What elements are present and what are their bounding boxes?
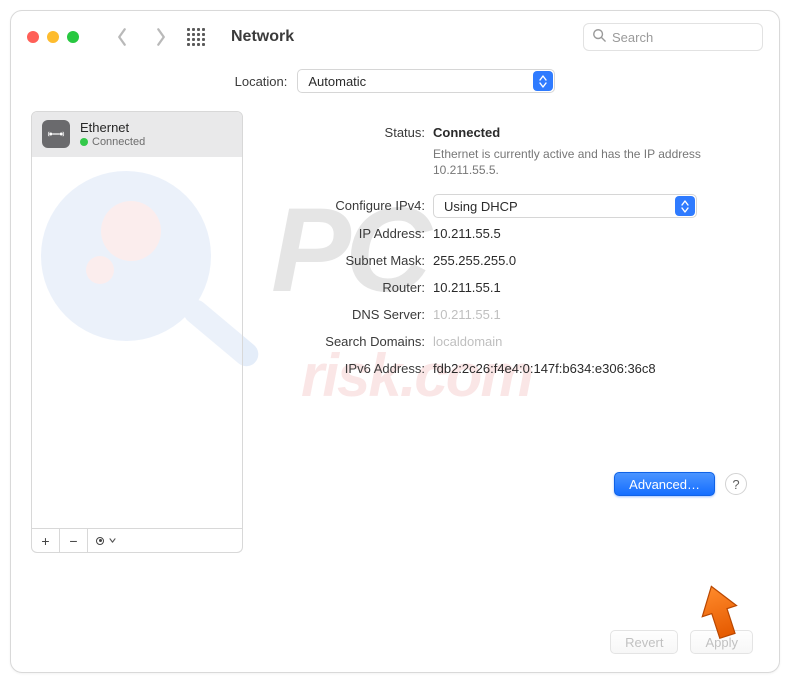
revert-button[interactable]: Revert xyxy=(610,630,678,654)
dns-server-value: 10.211.55.1 xyxy=(433,303,747,326)
status-value: Connected xyxy=(433,121,747,144)
help-button[interactable]: ? xyxy=(725,473,747,495)
search-icon xyxy=(592,28,606,47)
location-label: Location: xyxy=(235,74,288,89)
detail-pane: Status: Connected Ethernet is currently … xyxy=(251,111,759,553)
apply-button[interactable]: Apply xyxy=(690,630,753,654)
router-label: Router: xyxy=(255,276,433,299)
configure-ipv4-select[interactable]: Using DHCP xyxy=(433,194,697,218)
configure-ipv4-label: Configure IPv4: xyxy=(255,194,433,217)
search-domains-value: localdomain xyxy=(433,330,747,353)
location-select-value: Automatic xyxy=(308,74,366,89)
status-description: Ethernet is currently active and has the… xyxy=(433,144,733,190)
updown-icon xyxy=(675,196,695,216)
location-row: Location: Automatic xyxy=(11,69,779,93)
minimize-window-button[interactable] xyxy=(47,31,59,43)
service-name: Ethernet xyxy=(80,120,145,136)
status-dot-icon xyxy=(80,138,88,146)
network-prefpane-window: PC risk.com Network xyxy=(10,10,780,673)
close-window-button[interactable] xyxy=(27,31,39,43)
gear-icon xyxy=(96,537,104,545)
window-title: Network xyxy=(231,28,294,46)
ipv6-address-label: IPv6 Address: xyxy=(255,357,433,380)
subnet-mask-label: Subnet Mask: xyxy=(255,249,433,272)
service-status-text: Connected xyxy=(92,136,145,149)
services-list[interactable]: Ethernet Connected xyxy=(31,111,243,529)
service-actions-menu[interactable] xyxy=(88,529,124,552)
ipv6-address-value: fdb2:2c26:f4e4:0:147f:b634:e306:36c8 xyxy=(433,357,747,380)
add-service-button[interactable]: + xyxy=(32,529,60,552)
show-all-prefs-button[interactable] xyxy=(187,28,205,46)
services-sidebar: Ethernet Connected + − xyxy=(31,111,243,553)
forward-button[interactable] xyxy=(151,25,169,49)
services-toolbar: + − xyxy=(31,529,243,553)
configure-ipv4-value: Using DHCP xyxy=(444,199,518,214)
status-label: Status: xyxy=(255,121,433,144)
toolbar: Network xyxy=(11,11,779,63)
subnet-mask-value: 255.255.255.0 xyxy=(433,249,747,272)
search-domains-label: Search Domains: xyxy=(255,330,433,353)
location-select[interactable]: Automatic xyxy=(297,69,555,93)
advanced-button[interactable]: Advanced… xyxy=(614,472,715,496)
window-controls xyxy=(27,31,79,43)
service-status: Connected xyxy=(80,136,145,149)
dns-server-label: DNS Server: xyxy=(255,303,433,326)
zoom-window-button[interactable] xyxy=(67,31,79,43)
remove-service-button[interactable]: − xyxy=(60,529,88,552)
router-value: 10.211.55.1 xyxy=(433,276,747,299)
ethernet-icon xyxy=(42,120,70,148)
window-footer: Revert Apply xyxy=(11,616,779,672)
ip-address-value: 10.211.55.5 xyxy=(433,222,747,245)
service-item-ethernet[interactable]: Ethernet Connected xyxy=(32,112,242,157)
search-input[interactable] xyxy=(612,30,780,45)
updown-icon xyxy=(533,71,553,91)
chevron-down-icon xyxy=(109,538,116,543)
search-field-wrap[interactable] xyxy=(583,23,763,51)
ip-address-label: IP Address: xyxy=(255,222,433,245)
back-button[interactable] xyxy=(113,25,131,49)
